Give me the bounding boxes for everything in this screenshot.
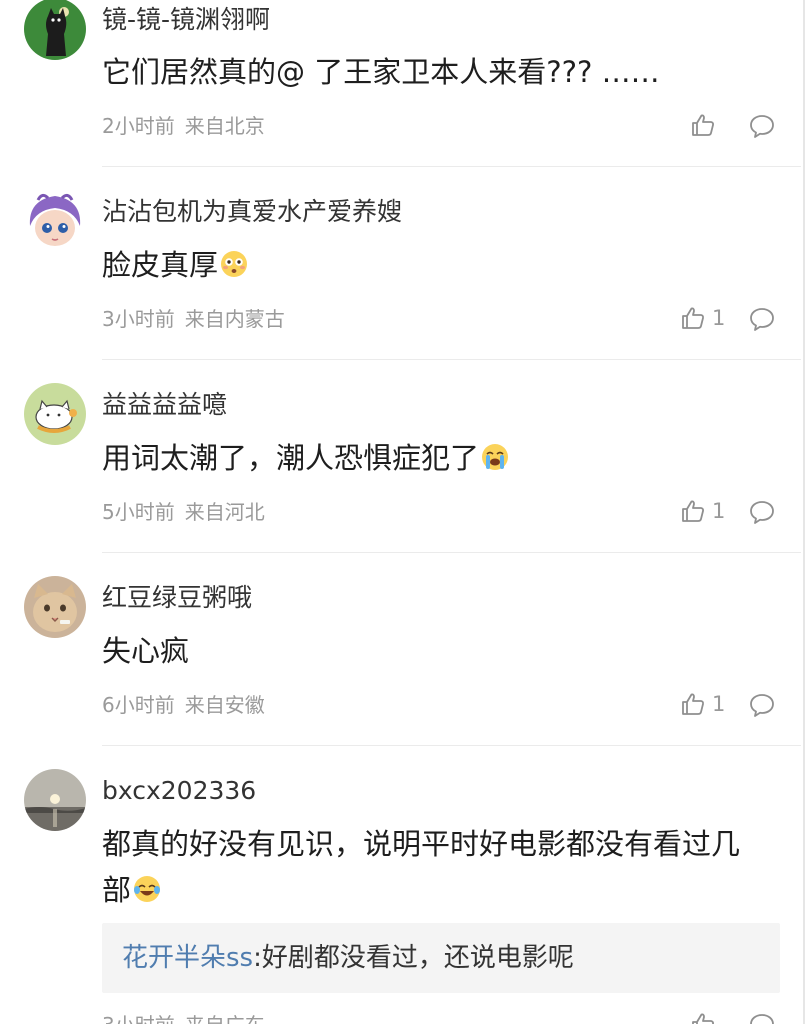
thumbs-up-icon [692, 1013, 714, 1024]
cartoon-girl-avatar-icon [24, 190, 86, 252]
like-button[interactable]: 1 [680, 498, 725, 524]
tears-of-joy-emoji [134, 876, 161, 902]
timestamp: 3小时前 [102, 307, 175, 331]
comment-text: 失心疯 [102, 634, 190, 668]
timestamp: 2小时前 [102, 114, 175, 138]
location: 来自北京 [184, 114, 265, 138]
divider [102, 552, 801, 553]
reply-button[interactable] [748, 498, 776, 526]
sub-reply[interactable]: 花开半朵ss:好剧都没看过，还说电影呢 [102, 923, 780, 993]
avatar[interactable] [24, 576, 86, 638]
comment-meta: 3小时前 来自内蒙古 [102, 304, 285, 334]
comment-meta: 5小时前 来自河北 [102, 497, 265, 527]
like-button[interactable] [690, 1011, 716, 1024]
username[interactable]: 沾沾包机为真爱水产爱养嫂 [102, 195, 402, 229]
cartoon-cat-avatar-icon [24, 383, 86, 445]
speech-bubble-icon [750, 308, 774, 331]
location: 来自安徽 [184, 693, 265, 717]
comment-text: 脸皮真厚 [102, 242, 767, 288]
comment-text: 都真的好没有见识，说明平时好电影都没有看过几部 [102, 821, 767, 913]
comment-text: 用词太潮了，潮人恐惧症犯了 [102, 435, 767, 481]
speech-bubble-icon [750, 1014, 774, 1024]
comment-text: 它们居然真的@ 了王家卫本人来看??? …… [102, 55, 660, 89]
comment-text-body: 脸皮真厚 [102, 248, 219, 282]
username[interactable]: bxcx202336 [102, 774, 256, 808]
username[interactable]: 益益益益噫 [102, 388, 227, 422]
comment-text-body: 用词太潮了，潮人恐惧症犯了 [102, 441, 480, 475]
sub-reply-username[interactable]: 花开半朵ss [122, 943, 253, 973]
comment-meta: 6小时前 来自安徽 [102, 690, 265, 720]
timestamp: 6小时前 [102, 693, 175, 717]
cat-photo-avatar-icon [24, 576, 86, 638]
comment-meta: 2小时前 来自北京 [102, 111, 265, 141]
reply-button[interactable] [748, 305, 776, 333]
flushed-face-emoji [221, 251, 248, 277]
location: 来自内蒙古 [184, 307, 285, 331]
divider [102, 359, 801, 360]
divider [102, 745, 801, 746]
timestamp: 3小时前 [102, 1013, 175, 1024]
speech-bubble-icon [750, 501, 774, 524]
timestamp: 5小时前 [102, 500, 175, 524]
thumbs-up-icon [682, 693, 704, 715]
like-button[interactable] [690, 112, 722, 138]
speech-bubble-icon [750, 694, 774, 717]
reply-button[interactable] [748, 112, 776, 140]
avatar[interactable] [24, 769, 86, 831]
location: 来自广东 [185, 1013, 265, 1024]
reply-button[interactable] [748, 691, 776, 719]
comment-meta: 3小时前来自广东 [102, 1010, 265, 1024]
like-button[interactable]: 1 [680, 305, 725, 331]
loudly-crying-face-emoji [482, 444, 509, 470]
divider [102, 166, 801, 167]
comment-text-body: 都真的好没有见识，说明平时好电影都没有看过几部 [102, 827, 741, 907]
sub-reply-text: 好剧都没看过，还说电影呢 [261, 943, 574, 973]
speech-bubble-icon [750, 115, 774, 138]
avatar[interactable] [24, 190, 86, 252]
avatar[interactable] [24, 383, 86, 445]
sunset-photo-avatar-icon [24, 769, 86, 831]
sub-reply-separator: : [253, 943, 262, 973]
username[interactable]: 镜-镜-镜渊翎啊 [102, 3, 270, 37]
like-count: 1 [712, 306, 726, 330]
thumbs-up-icon [692, 114, 714, 136]
location: 来自河北 [184, 500, 265, 524]
like-button[interactable]: 1 [680, 691, 725, 717]
like-count: 1 [712, 692, 726, 716]
avatar[interactable] [24, 0, 86, 60]
username[interactable]: 红豆绿豆粥哦 [102, 581, 252, 615]
thumbs-up-icon [682, 307, 704, 329]
thumbs-up-icon [682, 500, 704, 522]
reply-button[interactable] [748, 1011, 776, 1024]
like-count: 1 [712, 499, 726, 523]
cat-avatar-icon [24, 0, 86, 60]
